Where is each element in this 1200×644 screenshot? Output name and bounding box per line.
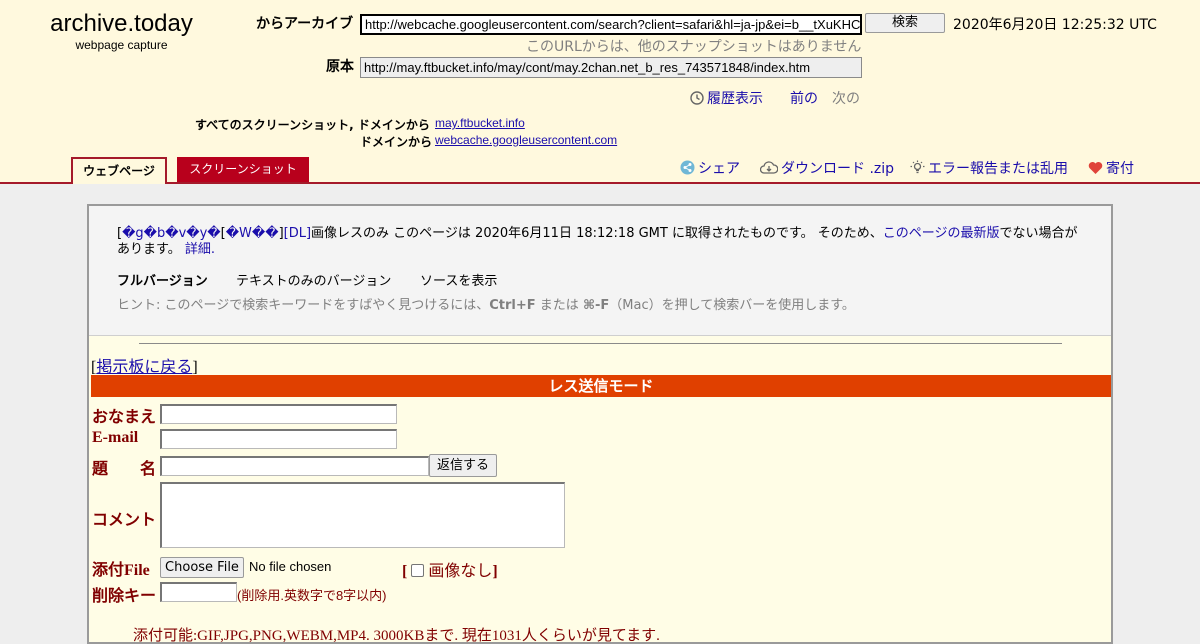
history-link[interactable]: 履歴表示 — [690, 88, 763, 108]
name-label: おなまえ — [92, 409, 157, 426]
back-bracket-close: ] — [192, 359, 198, 376]
reply-submit-button[interactable]: 返信する — [429, 454, 497, 477]
garbled-link-1[interactable]: �g�b�v�y� — [122, 226, 221, 241]
share-icon — [680, 160, 695, 175]
donate-button[interactable]: 寄付 — [1088, 158, 1134, 178]
capture-notice-text: 画像レスのみ このページは 2020年6月11日 18:12:18 GMT に取… — [311, 226, 883, 241]
donate-label: 寄付 — [1106, 161, 1134, 177]
hint-key-cmd-f: ⌘-F — [582, 298, 610, 313]
capture-notice: [�g�b�v�y�[�W��][DL]画像レスのみ このページは 2020年6… — [117, 226, 1083, 258]
no-snapshots-note: このURLからは、他のスナップショットはありません — [526, 39, 862, 55]
heart-icon — [1088, 162, 1103, 174]
no-file-chosen-text: No file chosen — [249, 559, 332, 574]
archive-header: archive.today webpage capture からアーカイブ ht… — [0, 0, 1200, 184]
tab-screenshot[interactable]: スクリーンショット — [177, 157, 309, 182]
dl-link[interactable]: [DL] — [284, 226, 311, 241]
original-url-field[interactable]: http://may.ftbucket.info/may/cont/may.2c… — [360, 57, 862, 78]
hint-prefix: ヒント: このページで検索キーワードをすばやく見つけるには、 — [117, 298, 490, 313]
delete-key-note: (削除用.英数字で8字以内) — [237, 588, 387, 603]
hint-mid: または — [535, 298, 583, 313]
delete-key-input[interactable] — [160, 582, 237, 602]
archive-info-panel: [�g�b�v�y�[�W��][DL]画像レスのみ このページは 2020年6… — [89, 206, 1111, 336]
report-button[interactable]: エラー報告または乱用 — [910, 158, 1068, 178]
hint-suffix: （Mac）を押して検索バーを使用します。 — [609, 298, 855, 313]
capture-date: 2020年6月20日 12:25:32 UTC — [953, 17, 1157, 33]
archived-page-frame: [�g�b�v�y�[�W��][DL]画像レスのみ このページは 2020年6… — [87, 204, 1113, 644]
subject-input[interactable] — [160, 456, 429, 476]
comment-label: コメント — [92, 512, 157, 529]
name-input[interactable] — [160, 404, 397, 424]
full-version-label: フルバージョン — [117, 274, 208, 289]
tab-webpage[interactable]: ウェブページ — [71, 157, 167, 184]
all-screenshots-label: すべてのスクリーンショット, ドメインから — [195, 118, 430, 132]
domain-label: ドメインから — [360, 135, 433, 149]
no-image-bracket-close: ] — [492, 563, 498, 580]
no-image-label: 画像なし — [428, 563, 493, 580]
email-input[interactable] — [160, 429, 397, 449]
hint-key-ctrl-f: Ctrl+F — [489, 298, 536, 313]
file-label: 添付File — [92, 562, 150, 579]
divider — [139, 343, 1062, 344]
details-link[interactable]: 詳細. — [185, 242, 215, 257]
upload-info-note: 添付可能:GIF,JPG,PNG,WEBM,MP4. 3000KBまで. 現在1… — [133, 628, 660, 644]
archive-url-input[interactable]: http://webcache.googleusercontent.com/se… — [360, 14, 862, 35]
download-button[interactable]: ダウンロード .zip — [760, 158, 894, 178]
garbled-link-2[interactable]: �W�� — [226, 226, 279, 241]
clock-icon — [690, 91, 704, 105]
back-to-board-link[interactable]: 掲示板に戻る — [96, 359, 192, 376]
search-button[interactable]: 検索 — [865, 13, 945, 33]
share-button[interactable]: シェア — [680, 158, 740, 178]
view-source-link[interactable]: ソースを表示 — [420, 270, 497, 289]
reply-mode-bar: レス送信モード — [91, 375, 1111, 397]
no-image-checkbox[interactable] — [411, 564, 425, 577]
comment-textarea[interactable] — [160, 482, 565, 548]
subject-label: 題 名 — [92, 461, 157, 478]
history-label: 履歴表示 — [707, 91, 763, 107]
domain-link-googlecache[interactable]: webcache.googleusercontent.com — [435, 133, 617, 147]
site-logo[interactable]: archive.today — [0, 10, 243, 38]
no-image-bracket-open: [ — [402, 563, 408, 580]
original-label: 原本 — [326, 59, 354, 75]
share-label: シェア — [698, 161, 740, 177]
prev-link[interactable]: 前の — [790, 88, 818, 108]
next-link: 次の — [832, 91, 860, 107]
delete-key-label: 削除キー — [92, 588, 157, 605]
email-label: E-mail — [92, 429, 139, 446]
download-label: ダウンロード .zip — [781, 161, 895, 177]
latest-version-link[interactable]: このページの最新版 — [883, 226, 1000, 241]
choose-file-button[interactable]: Choose File — [160, 557, 244, 578]
text-version-link[interactable]: テキストのみのバージョン — [236, 270, 391, 289]
back-to-board: [掲示板に戻る] — [91, 353, 198, 377]
report-label: エラー報告または乱用 — [928, 161, 1068, 177]
archive-from-label: からアーカイブ — [256, 16, 354, 32]
site-tagline: webpage capture — [75, 38, 168, 52]
no-image-option: [ 画像なし] — [402, 557, 498, 581]
domain-link-ftbucket[interactable]: may.ftbucket.info — [435, 116, 525, 130]
search-hint: ヒント: このページで検索キーワードをすばやく見つけるには、Ctrl+F または… — [117, 294, 855, 313]
lightbulb-icon — [910, 160, 925, 174]
cloud-download-icon — [760, 161, 778, 174]
